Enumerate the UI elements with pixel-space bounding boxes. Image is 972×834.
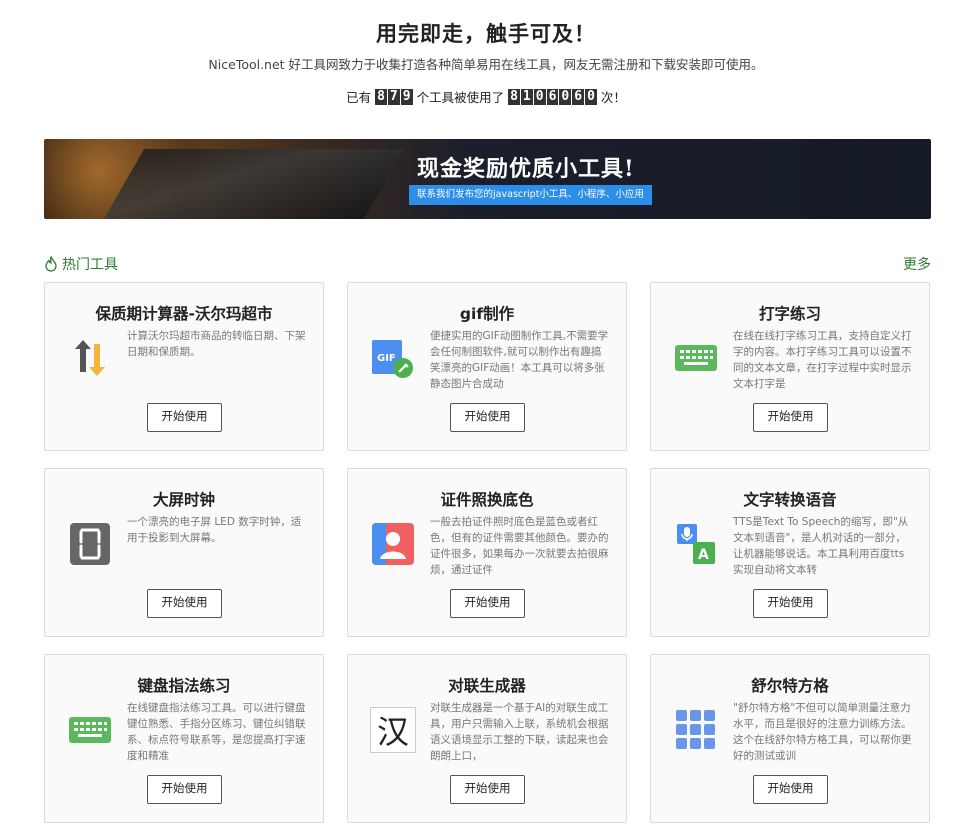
tool-card[interactable]: 键盘指法练习 在线键盘指法练习工具。可以进行键盘键位熟悉、手指分区练习、键位纠错… — [44, 654, 324, 823]
start-button[interactable]: 开始使用 — [450, 589, 525, 618]
tool-description: 一个漂亮的电子屏 LED 数字时钟，适用于投影到大屏幕。 — [127, 516, 302, 544]
start-button[interactable]: 开始使用 — [753, 589, 828, 618]
start-button[interactable]: 开始使用 — [147, 589, 222, 618]
more-link[interactable]: 更多 — [903, 254, 931, 274]
tool-title: gif制作 — [459, 305, 515, 323]
tool-card[interactable]: 大屏时钟 一个漂亮的电子屏 LED 数字时钟，适用于投影到大屏幕。 开始使用 — [44, 468, 324, 637]
section-title: 热门工具 — [62, 257, 118, 273]
tool-card[interactable]: 舒尔特方格 "舒尔特方格"不但可以简单测量注意力水平，而且是很好的注意力训练方法… — [650, 654, 930, 823]
keyboard-icon — [673, 335, 719, 381]
tool-description: 计算沃尔玛超市商品的转临日期、下架日期和保质期。 — [127, 330, 306, 358]
tool-description: 在线在线打字练习工具，支持自定义打字的内容。本打字练习工具可以设置不同的文本文章… — [733, 330, 912, 390]
usage-count-digit: 0 — [533, 88, 546, 105]
usage-count: 8 1 0 6 0 6 0 — [508, 88, 597, 105]
tool-title: 大屏时钟 — [152, 491, 215, 509]
hero-title: 用完即走，触手可及！ — [376, 22, 596, 46]
start-button[interactable]: 开始使用 — [450, 775, 525, 804]
usage-count-digit: 8 — [508, 88, 520, 105]
tool-title: 打字练习 — [758, 305, 821, 323]
grid-dots-icon — [673, 707, 719, 753]
start-button[interactable]: 开始使用 — [753, 403, 828, 432]
usage-count-digit: 0 — [585, 88, 597, 105]
svg-text:A: A — [698, 547, 709, 563]
tool-card[interactable]: 证件照换底色 一般去拍证件照时底色是蓝色或者红色，但有的证件需要其他颜色。要办的… — [347, 468, 627, 637]
tool-title: 对联生成器 — [448, 677, 526, 695]
usage-count-digit: 1 — [520, 88, 533, 105]
promo-banner[interactable]: 现金奖励优质小工具! 联系我们发布您的javascript小工具、小程序、小应用 — [44, 139, 931, 219]
id-photo-icon — [370, 521, 416, 567]
sort-arrows-icon — [67, 335, 113, 381]
keyboard-icon — [67, 707, 113, 753]
tool-card[interactable]: 保质期计算器-沃尔玛超市 计算沃尔玛超市商品的转临日期、下架日期和保质期。 开始… — [44, 282, 324, 451]
start-button[interactable]: 开始使用 — [753, 775, 828, 804]
tool-description: 对联生成器是一个基于AI的对联生成工具，用户只需输入上联，系统机会根据语义语境显… — [430, 702, 609, 762]
tools-grid: 保质期计算器-沃尔玛超市 计算沃尔玛超市商品的转临日期、下架日期和保质期。 开始… — [44, 282, 931, 823]
usage-stats: 已有 8 7 9 个工具被使用了 8 1 0 6 0 6 0 次！ — [0, 87, 972, 106]
start-button[interactable]: 开始使用 — [147, 403, 222, 432]
hero-subtitle: NiceTool.net 好工具网致力于收集打造各种简单易用在线工具，网友无需注… — [208, 57, 764, 72]
start-button[interactable]: 开始使用 — [450, 403, 525, 432]
hot-tools-header: 热门工具 更多 — [44, 254, 931, 274]
tool-description: 在线键盘指法练习工具。可以进行键盘键位熟悉、手指分区练习、键位纠错联系、标点符号… — [127, 702, 306, 762]
tool-title: 键盘指法练习 — [137, 677, 231, 695]
gif-file-icon: GIF — [370, 335, 416, 381]
usage-count-digit: 6 — [546, 88, 559, 105]
tool-card[interactable]: 对联生成器 汉 对联生成器是一个基于AI的对联生成工具，用户只需输入上联，系统机… — [347, 654, 627, 823]
hero: 用完即走，触手可及！ NiceTool.net 好工具网致力于收集打造各种简单易… — [0, 0, 972, 106]
tool-title: 舒尔特方格 — [751, 677, 829, 695]
tool-card[interactable]: gif制作 GIF 便捷实用的GIF动图制作工具,不需要学会任何制图软件,就可以… — [347, 282, 627, 451]
usage-count-digit: 0 — [559, 88, 572, 105]
han-character-icon: 汉 — [370, 707, 416, 753]
tool-description: 便捷实用的GIF动图制作工具,不需要学会任何制图软件,就可以制作出有趣搞笑漂亮的… — [430, 330, 609, 390]
han-character: 汉 — [376, 713, 409, 751]
stats-prefix: 已有 — [346, 90, 372, 105]
usage-count-digit: 6 — [572, 88, 585, 105]
tool-card[interactable]: 文字转换语音 A TTS是Text To Speech的缩写，即"从文本到语音"… — [650, 468, 930, 637]
tool-title: 文字转换语音 — [743, 491, 837, 509]
led-digit-icon — [67, 521, 113, 567]
tool-count-digit: 7 — [387, 88, 400, 105]
tool-count-digit: 8 — [375, 88, 387, 105]
stats-middle: 个工具被使用了 — [416, 90, 505, 105]
tool-description: 一般去拍证件照时底色是蓝色或者红色，但有的证件需要其他颜色。要办的证件很多，如果… — [430, 516, 609, 576]
banner-title: 现金奖励优质小工具! — [417, 156, 635, 182]
stats-suffix: 次！ — [600, 90, 626, 105]
tool-count-digit: 9 — [400, 88, 413, 105]
tool-count: 8 7 9 — [375, 88, 413, 105]
svg-text:GIF: GIF — [377, 353, 396, 364]
hot-tools-title: 热门工具 — [44, 254, 118, 274]
start-button[interactable]: 开始使用 — [147, 775, 222, 804]
tool-card[interactable]: 打字练习 在线在线打字练习工具，支持自定义打字的内容。本打字练习工具可以设置不同… — [650, 282, 930, 451]
laptop-image — [103, 149, 405, 219]
tool-description: TTS是Text To Speech的缩写，即"从文本到语音"，是人机对话的一部… — [733, 516, 909, 576]
tool-title: 保质期计算器-沃尔玛超市 — [95, 305, 273, 323]
text-to-speech-icon: A — [673, 521, 719, 567]
banner-tagline[interactable]: 联系我们发布您的javascript小工具、小程序、小应用 — [409, 185, 652, 205]
tool-title: 证件照换底色 — [440, 491, 534, 509]
flame-icon — [45, 256, 57, 272]
tool-description: "舒尔特方格"不但可以简单测量注意力水平，而且是很好的注意力训练方法。这个在线舒… — [733, 702, 912, 762]
